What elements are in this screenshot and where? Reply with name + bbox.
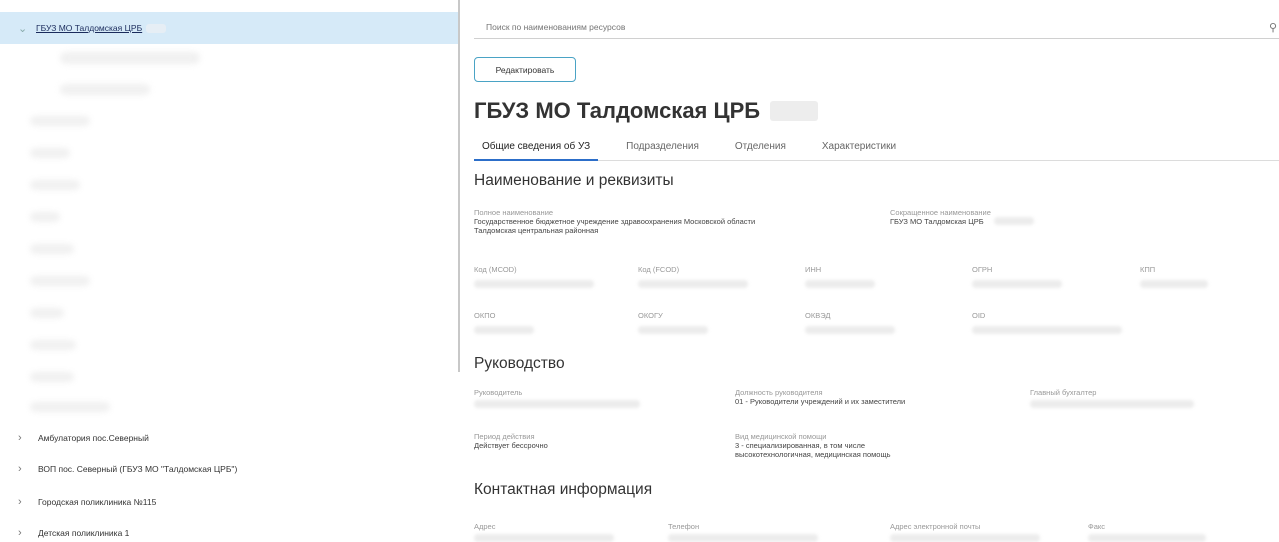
redacted-value bbox=[474, 280, 594, 288]
okogu-label: ОКОГУ bbox=[638, 311, 663, 320]
page-title-text: ГБУЗ МО Талдомская ЦРБ bbox=[474, 98, 761, 123]
kpp-label: КПП bbox=[1140, 265, 1156, 274]
care-type-value-line2: высокотехнологичная, медицинская помощь bbox=[735, 450, 891, 459]
redacted-tree-item bbox=[30, 340, 76, 350]
fax-label: Факс bbox=[1088, 522, 1105, 531]
chevron-right-icon[interactable]: › bbox=[18, 432, 28, 444]
fcod-label: Код (FCOD) bbox=[638, 265, 680, 274]
section-heading-requisites: Наименование и реквизиты bbox=[474, 172, 674, 189]
chevron-right-icon[interactable]: › bbox=[18, 527, 28, 539]
redacted-value bbox=[474, 326, 534, 334]
redacted-tree-item bbox=[30, 212, 60, 222]
care-type-label: Вид медицинской помощи bbox=[735, 432, 827, 441]
email-label: Адрес электронной почты bbox=[890, 522, 981, 531]
period-label: Период действия bbox=[474, 432, 535, 441]
search-box: ⚲ bbox=[474, 17, 1279, 39]
redacted-text bbox=[770, 101, 819, 121]
org-tree: ⌄ ГБУЗ МО Талдомская ЦРБ › Амбулатория п… bbox=[0, 0, 458, 542]
redacted-value bbox=[638, 326, 708, 334]
redacted-value bbox=[474, 400, 640, 408]
redacted-value bbox=[668, 534, 818, 542]
redacted-value bbox=[890, 534, 1040, 542]
tree-item[interactable]: › Детская поликлиника 1 bbox=[0, 520, 458, 542]
inn-label: ИНН bbox=[805, 265, 822, 274]
redacted-tree-item bbox=[30, 308, 64, 318]
tree-item-label[interactable]: ГБУЗ МО Талдомская ЦРБ bbox=[36, 23, 142, 33]
page-title: ГБУЗ МО Талдомская ЦРБ bbox=[474, 98, 819, 124]
redacted-text bbox=[146, 23, 167, 33]
redacted-tree-item bbox=[60, 84, 150, 95]
redacted-tree-item bbox=[30, 116, 90, 126]
redacted-value bbox=[972, 280, 1062, 288]
redacted-value bbox=[1140, 280, 1208, 288]
oid-label: OID bbox=[972, 311, 986, 320]
tree-item-label[interactable]: Детская поликлиника 1 bbox=[38, 528, 129, 538]
tree-item[interactable]: › ВОП пос. Северный (ГБУЗ МО "Талдомская… bbox=[0, 456, 458, 482]
search-input[interactable] bbox=[474, 17, 1234, 37]
short-name-label: Сокращенное наименование bbox=[890, 208, 991, 217]
redacted-tree-item bbox=[30, 276, 90, 286]
position-value: 01 - Руководители учреждений и их замест… bbox=[735, 397, 906, 406]
tab-departments[interactable]: Отделения bbox=[727, 133, 794, 161]
search-icon[interactable]: ⚲ bbox=[1269, 21, 1277, 34]
tree-item-selected[interactable]: ⌄ ГБУЗ МО Талдомская ЦРБ bbox=[0, 12, 458, 44]
redacted-value bbox=[972, 326, 1122, 334]
tree-item[interactable]: › Городская поликлиника №115 bbox=[0, 489, 458, 515]
okved-label: ОКВЭД bbox=[805, 311, 831, 320]
redacted-value bbox=[474, 534, 614, 542]
chevron-right-icon[interactable]: › bbox=[18, 463, 28, 475]
phone-label: Телефон bbox=[668, 522, 700, 531]
period-value: Действует бессрочно bbox=[474, 441, 548, 450]
tab-bar: Общие сведения об УЗ Подразделения Отдел… bbox=[474, 133, 1279, 161]
full-name-value-line2: Талдомская центральная районная bbox=[474, 226, 599, 235]
redacted-tree-item bbox=[30, 148, 70, 158]
redacted-value bbox=[1030, 400, 1194, 408]
short-name-value: ГБУЗ МО Талдомская ЦРБ bbox=[890, 217, 984, 226]
redacted-tree-item bbox=[60, 52, 200, 64]
ogrn-label: ОГРН bbox=[972, 265, 993, 274]
tab-subdivisions[interactable]: Подразделения bbox=[618, 133, 707, 161]
edit-button[interactable]: Редактировать bbox=[474, 57, 576, 82]
redacted-value bbox=[805, 326, 895, 334]
tree-item-label[interactable]: Городская поликлиника №115 bbox=[38, 497, 156, 507]
address-label: Адрес bbox=[474, 522, 496, 531]
redacted-text bbox=[994, 217, 1034, 225]
tab-characteristics[interactable]: Характеристики bbox=[814, 133, 904, 161]
head-label: Руководитель bbox=[474, 388, 523, 397]
pane-splitter[interactable] bbox=[458, 0, 460, 372]
redacted-value bbox=[805, 280, 875, 288]
tree-item[interactable]: › Амбулатория пос.Северный bbox=[0, 425, 458, 451]
section-heading-contacts: Контактная информация bbox=[474, 481, 653, 498]
care-type-value-line1: 3 - специализированная, в том числе bbox=[735, 441, 865, 450]
tree-item-label[interactable]: ВОП пос. Северный (ГБУЗ МО "Талдомская Ц… bbox=[38, 464, 237, 474]
redacted-tree-item bbox=[30, 244, 74, 254]
mcod-label: Код (МСОD) bbox=[474, 265, 517, 274]
chevron-right-icon[interactable]: › bbox=[18, 496, 28, 508]
redacted-value bbox=[638, 280, 748, 288]
chevron-down-icon[interactable]: ⌄ bbox=[18, 22, 30, 35]
accountant-label: Главный бухгалтер bbox=[1030, 388, 1097, 397]
tab-general-info[interactable]: Общие сведения об УЗ bbox=[474, 133, 599, 161]
redacted-tree-item bbox=[30, 372, 74, 382]
full-name-value-line1: Государственное бюджетное учреждение здр… bbox=[474, 217, 756, 226]
tree-item-label[interactable]: Амбулатория пос.Северный bbox=[38, 433, 149, 443]
okpo-label: ОКПО bbox=[474, 311, 496, 320]
redacted-tree-item bbox=[30, 402, 110, 412]
full-name-label: Полное наименование bbox=[474, 208, 554, 217]
position-label: Должность руководителя bbox=[735, 388, 823, 397]
redacted-tree-item bbox=[30, 180, 80, 190]
redacted-value bbox=[1088, 534, 1206, 542]
section-heading-management: Руководство bbox=[474, 355, 565, 372]
